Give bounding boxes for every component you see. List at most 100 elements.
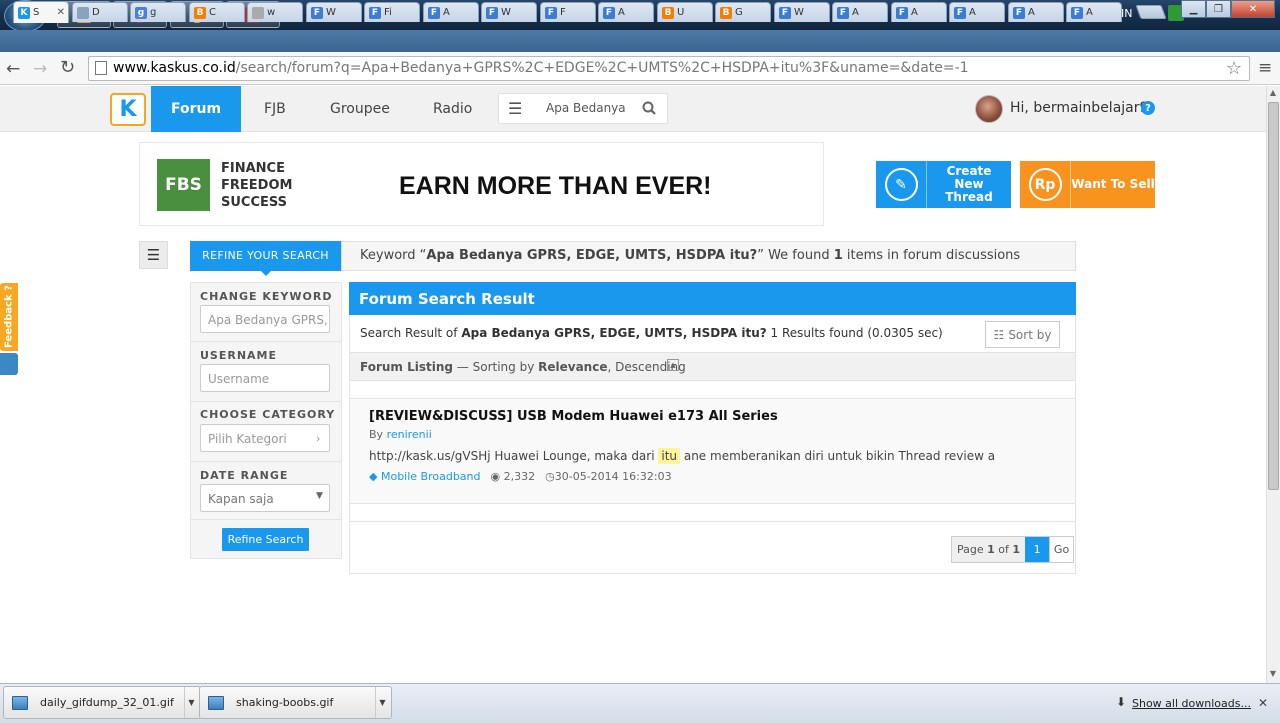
go-button[interactable]: Go [1049, 537, 1074, 562]
nav-forum[interactable]: Forum [151, 86, 241, 132]
thread-author-link[interactable]: renirenii [387, 428, 432, 441]
address-bar[interactable]: www.kaskus.co.id/search/forum?q=Apa+Beda… [88, 56, 1250, 81]
favicon-icon: F [369, 6, 381, 19]
favicon-icon: F [311, 6, 323, 19]
browser-tab[interactable]: D [72, 2, 128, 22]
nav-fjb[interactable]: FJB [264, 86, 286, 132]
new-tab-button[interactable] [1135, 5, 1167, 19]
bookmark-star-icon[interactable]: ☆ [1226, 58, 1242, 79]
chevron-right-icon: › [316, 432, 321, 445]
browser-tab[interactable]: gg [130, 2, 186, 22]
browser-tab[interactable]: FW [306, 2, 362, 22]
browser-tab[interactable]: F Fi [364, 2, 420, 22]
nav-groupee[interactable]: Groupee [330, 86, 390, 132]
back-arrow-icon[interactable]: ← [6, 59, 20, 79]
chrome-menu-icon[interactable]: ≡ [1258, 58, 1272, 78]
download-filename: daily_gifdump_32_01.gif [40, 696, 174, 709]
favicon-icon: g [135, 6, 147, 19]
reload-icon[interactable]: ↻ [60, 57, 75, 78]
refine-search-tab[interactable]: REFINE YOUR SEARCH [190, 241, 341, 271]
tab-label: D [92, 7, 100, 18]
browser-tab[interactable]: BC [189, 2, 245, 22]
banner-headline: EARN MORE THAN EVER! [399, 172, 712, 200]
help-icon[interactable]: ? [1141, 101, 1155, 115]
rupiah-icon: Rp [1020, 161, 1071, 208]
scroll-thumb[interactable] [1268, 102, 1279, 490]
page-1-button[interactable]: 1 [1025, 537, 1050, 562]
language-indicator[interactable]: IN [1121, 7, 1132, 20]
sort-by-button[interactable]: ☷ Sort by [985, 321, 1060, 348]
close-tab-icon[interactable]: ✕ [57, 7, 65, 18]
avatar[interactable] [975, 95, 1003, 123]
nav-radio[interactable]: Radio [433, 86, 472, 132]
tagline-line: FINANCE [221, 161, 285, 176]
minimize-button[interactable]: ▁ [1181, 0, 1206, 18]
thread-title-link[interactable]: [REVIEW&DISCUSS] USB Modem Huawei e173 A… [369, 409, 778, 424]
download-item[interactable]: daily_gifdump_32_01.gif ▼ [3, 686, 201, 719]
divider [191, 401, 341, 402]
tab-label: g [150, 7, 157, 18]
search-icon[interactable] [642, 101, 656, 115]
browser-tab[interactable]: w [247, 2, 303, 22]
refine-search-button[interactable]: Refine Search [222, 528, 309, 551]
forward-arrow-icon[interactable]: → [33, 59, 47, 79]
show-all-downloads-link[interactable]: Show all downloads... [1132, 697, 1251, 710]
keyword-summary: Keyword “Apa Bedanya GPRS, EDGE, UMTS, H… [341, 241, 1076, 271]
collapse-icon[interactable]: ▲ [667, 359, 679, 371]
feedback-widget-icon[interactable] [0, 353, 18, 375]
date-range-label: DATE RANGE [200, 469, 289, 482]
browser-tab[interactable]: FW [774, 2, 830, 22]
download-arrow-icon: ⬇ [1116, 695, 1127, 709]
favicon-icon: F [486, 6, 498, 19]
snippet-post: ane memberanikan diri untuk bikin Thread… [680, 449, 996, 463]
kaskus-logo[interactable]: K [110, 93, 146, 126]
clock-icon: ◷ [545, 470, 555, 483]
browser-tab[interactable]: FA [949, 2, 1005, 22]
browser-tab[interactable]: BG [715, 2, 771, 22]
thread-category-link[interactable]: Mobile Broadband [381, 470, 481, 483]
hamburger-menu-icon[interactable]: ☰ [508, 99, 522, 118]
choose-category-label: CHOOSE CATEGORY [200, 408, 336, 421]
browser-tab[interactable]: FA [598, 2, 654, 22]
date-range-select[interactable]: Kapan saja [200, 484, 330, 512]
favicon-icon [77, 6, 89, 19]
listing-label: Forum Listing [360, 360, 453, 374]
user-greeting[interactable]: Hi, bermainbelajar9 [1010, 100, 1148, 116]
browser-tab[interactable]: FW [481, 2, 537, 22]
tab-label: A [969, 7, 976, 18]
rupiah-icon-label: Rp [1028, 168, 1062, 201]
sidebar-toggle-button[interactable]: ☰ [139, 241, 168, 269]
browser-tab[interactable]: FA [1008, 2, 1064, 22]
tab-label: A [911, 7, 918, 18]
keyword-input[interactable]: Apa Bedanya GPRS, E [200, 305, 330, 333]
want-to-sell-button[interactable]: Rp Want To Sell [1020, 161, 1155, 208]
browser-tab[interactable]: FA [832, 2, 888, 22]
chevron-down-icon[interactable]: ▼ [375, 687, 389, 718]
category-select[interactable]: Pilih Kategori [200, 424, 330, 452]
browser-tab[interactable]: K S ✕ [13, 1, 69, 23]
pagination: Page 1 of 1 1 Go [951, 536, 1075, 563]
pager-info: Page 1 of 1 [952, 537, 1026, 562]
close-window-button[interactable]: ✕ [1231, 0, 1275, 18]
create-new-thread-button[interactable]: ✎ Create New Thread [876, 161, 1011, 208]
scroll-down-arrow-icon[interactable]: ▼ [1266, 667, 1280, 681]
close-icon[interactable]: ✕ [1258, 696, 1268, 710]
browser-tab[interactable]: FA [891, 2, 947, 22]
browser-tab[interactable]: FA [1066, 2, 1122, 22]
favicon-icon: K [18, 6, 30, 19]
download-item[interactable]: shaking-boobs.gif ▼ [199, 686, 392, 719]
header-search-input[interactable]: Apa Bedanya [546, 101, 626, 115]
browser-tab[interactable]: BU [657, 2, 713, 22]
scroll-up-arrow-icon[interactable]: ▲ [1266, 86, 1280, 100]
username-input[interactable]: Username [200, 364, 330, 392]
maximize-button[interactable]: ❐ [1206, 0, 1231, 18]
browser-tab[interactable]: FA [423, 2, 479, 22]
chevron-down-icon[interactable]: ▼ [184, 687, 198, 718]
page-icon[interactable] [95, 61, 107, 75]
change-keyword-label: CHANGE KEYWORD [200, 290, 333, 303]
browser-tab[interactable]: FF [540, 2, 596, 22]
download-filename: shaking-boobs.gif [236, 696, 334, 709]
pager-total: 1 [1012, 543, 1021, 556]
feedback-tab[interactable]: Feedback ? [0, 283, 18, 351]
tab-label: A [852, 7, 859, 18]
